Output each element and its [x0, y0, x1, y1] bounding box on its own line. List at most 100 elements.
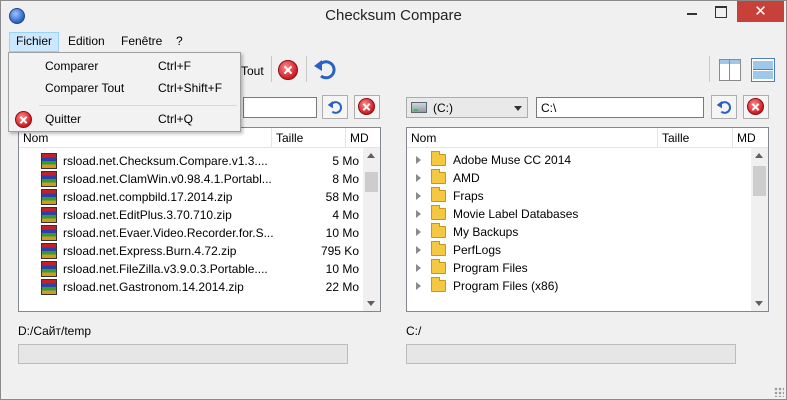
- horizontal-layout-icon[interactable]: [751, 58, 775, 82]
- menu-item-compare[interactable]: Comparer Ctrl+F: [9, 55, 240, 77]
- left-status-path: D:/Сайт/temp: [18, 324, 92, 338]
- app-window: Checksum Compare ✕ Fichier Edition Fenêt…: [0, 0, 787, 400]
- toolbar-separator: [306, 56, 307, 82]
- clear-icon: [747, 98, 764, 115]
- left-file-list[interactable]: Nom Taille MD rsload.net.Checksum.Compar…: [18, 127, 381, 312]
- menu-item-shortcut: Ctrl+F: [158, 59, 191, 73]
- archive-icon: [41, 261, 57, 277]
- right-progress-bar: [406, 344, 736, 364]
- left-scrollbar[interactable]: [363, 148, 380, 311]
- refresh-icon: [716, 101, 731, 114]
- refresh-icon: [327, 101, 342, 114]
- folder-name: My Backups: [453, 225, 519, 239]
- expand-arrow-icon[interactable]: [416, 228, 421, 236]
- column-name[interactable]: Nom: [407, 128, 658, 148]
- left-progress-bar: [18, 344, 348, 364]
- expand-arrow-icon[interactable]: [416, 192, 421, 200]
- drive-select[interactable]: (C:): [406, 97, 528, 118]
- expand-arrow-icon[interactable]: [416, 174, 421, 182]
- chevron-down-icon: [514, 106, 522, 111]
- expand-arrow-icon[interactable]: [416, 264, 421, 272]
- file-size: 8 Mo: [332, 172, 359, 186]
- file-name: rsload.net.FileZilla.v3.9.0.3.Portable..…: [63, 262, 268, 276]
- right-clear-button[interactable]: [743, 95, 769, 119]
- menu-item-label: Comparer: [45, 59, 99, 73]
- file-name: rsload.net.EditPlus.3.70.710.zip: [63, 208, 232, 222]
- expand-arrow-icon[interactable]: [416, 282, 421, 290]
- folder-name: AMD: [453, 171, 480, 185]
- file-size: 10 Mo: [325, 226, 359, 240]
- folder-icon: [431, 277, 446, 292]
- file-menu-dropdown: Comparer Ctrl+F Comparer Tout Ctrl+Shift…: [8, 52, 241, 132]
- undo-icon[interactable]: [313, 57, 337, 81]
- left-path-input[interactable]: [243, 97, 317, 118]
- toolbar-separator: [709, 56, 710, 82]
- archive-icon: [41, 225, 57, 241]
- folder-name: Program Files: [453, 261, 528, 275]
- folder-icon: [431, 205, 446, 220]
- file-name: rsload.net.Evaer.Video.Recorder.for.S...: [63, 226, 273, 240]
- expand-arrow-icon[interactable]: [416, 210, 421, 218]
- left-clear-button[interactable]: [354, 95, 380, 119]
- menu-item-compare-all[interactable]: Comparer Tout Ctrl+Shift+F: [9, 77, 240, 99]
- scroll-down-icon[interactable]: [367, 301, 375, 306]
- folder-name: Fraps: [453, 189, 484, 203]
- close-icon: ✕: [754, 3, 767, 20]
- close-window-button[interactable]: ✕: [737, 1, 784, 22]
- menu-file[interactable]: Fichier: [9, 32, 60, 52]
- title-bar[interactable]: Checksum Compare ✕: [1, 1, 786, 31]
- menu-item-label: Comparer Tout: [45, 81, 125, 95]
- column-size[interactable]: Taille: [272, 128, 346, 148]
- archive-icon: [41, 279, 57, 295]
- right-scrollbar[interactable]: [751, 148, 768, 311]
- folder-icon: [431, 241, 446, 256]
- right-column-header: Nom Taille MD: [407, 128, 768, 148]
- drive-icon: [411, 102, 427, 113]
- archive-icon: [41, 189, 57, 205]
- menu-help[interactable]: ?: [170, 32, 189, 52]
- stop-icon[interactable]: [278, 60, 298, 80]
- archive-icon: [41, 243, 57, 259]
- column-md5[interactable]: MD: [733, 128, 768, 148]
- file-size: 22 Mo: [325, 280, 359, 294]
- archive-icon: [41, 171, 57, 187]
- menu-window[interactable]: Fenêtre: [115, 32, 168, 52]
- minimize-button[interactable]: [678, 1, 706, 22]
- left-refresh-button[interactable]: [322, 95, 348, 119]
- scroll-down-icon[interactable]: [755, 301, 763, 306]
- file-size: 58 Mo: [325, 190, 359, 204]
- compare-all-button-label[interactable]: Tout: [241, 64, 264, 78]
- maximize-button[interactable]: [706, 1, 734, 22]
- drive-select-value: (C:): [433, 101, 453, 115]
- menu-separator: [39, 105, 237, 106]
- scroll-thumb[interactable]: [365, 172, 378, 192]
- menu-edit[interactable]: Edition: [62, 32, 111, 52]
- column-size[interactable]: Taille: [658, 128, 733, 148]
- archive-icon: [41, 207, 57, 223]
- right-path-input[interactable]: [536, 97, 704, 118]
- file-size: 4 Mo: [332, 208, 359, 222]
- file-name: rsload.net.Checksum.Compare.v1.3....: [63, 154, 268, 168]
- scroll-up-icon[interactable]: [367, 153, 375, 158]
- folder-name: Movie Label Databases: [453, 207, 579, 221]
- scroll-up-icon[interactable]: [755, 153, 763, 158]
- right-folder-tree[interactable]: Nom Taille MD Adobe Muse CC 2014 AMD Fra…: [406, 127, 769, 312]
- menu-item-shortcut: Ctrl+Q: [158, 112, 194, 126]
- clear-icon: [358, 98, 375, 115]
- scroll-thumb[interactable]: [753, 166, 766, 196]
- folder-icon: [431, 187, 446, 202]
- expand-arrow-icon[interactable]: [416, 156, 421, 164]
- vertical-layout-icon[interactable]: [719, 59, 741, 81]
- menu-item-label: Quitter: [45, 112, 82, 126]
- expand-arrow-icon[interactable]: [416, 246, 421, 254]
- window-title: Checksum Compare: [325, 7, 462, 24]
- right-refresh-button[interactable]: [711, 95, 737, 119]
- resize-grip[interactable]: [774, 387, 784, 397]
- file-name: rsload.net.ClamWin.v0.98.4.1.Portabl...: [63, 172, 272, 186]
- menu-item-quit[interactable]: Quitter Ctrl+Q: [9, 108, 240, 130]
- file-name: rsload.net.Gastronom.14.2014.zip: [63, 280, 244, 294]
- file-name: rsload.net.Express.Burn.4.72.zip: [63, 244, 237, 258]
- folder-name: Adobe Muse CC 2014: [453, 153, 572, 167]
- toolbar-separator: [271, 56, 272, 82]
- column-md5[interactable]: MD: [346, 128, 380, 148]
